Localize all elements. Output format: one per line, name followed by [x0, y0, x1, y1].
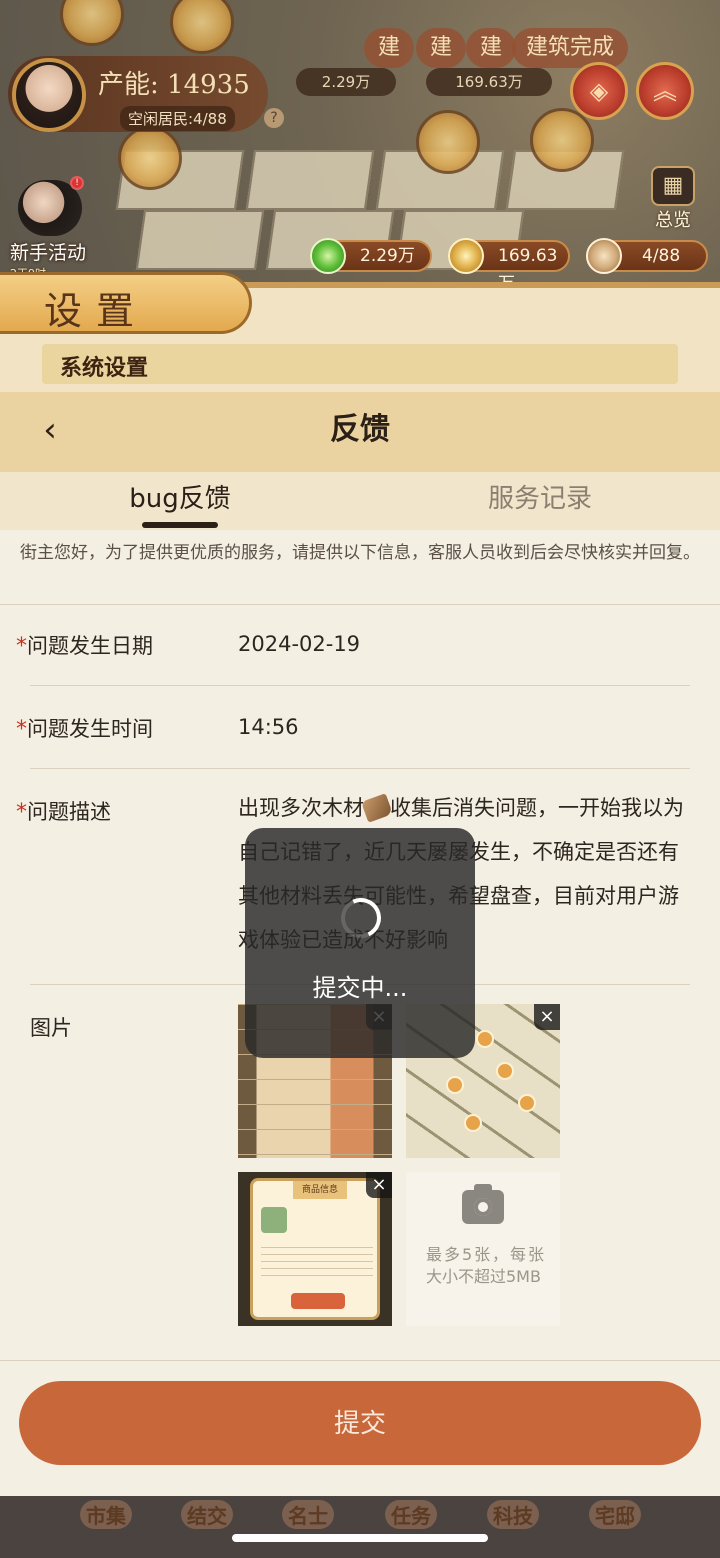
divider — [0, 604, 720, 605]
nav-friends[interactable]: 结交 — [163, 1500, 251, 1529]
map-marker-icon — [476, 1030, 494, 1048]
map-tile — [135, 210, 265, 270]
overview-icon: ▦ — [651, 166, 695, 206]
newbie-activity-button[interactable]: 新手活动 2天9时 — [10, 180, 90, 280]
description-field-label: *问题描述 — [16, 796, 111, 826]
item-description-lines — [261, 1241, 373, 1279]
description-label-text: 问题描述 — [27, 800, 111, 824]
item-info-card: 商品信息 — [250, 1178, 380, 1320]
nav-mansion[interactable]: 宅邸 — [571, 1500, 659, 1529]
building-coin-icon — [60, 0, 124, 46]
back-button[interactable]: ‹ — [28, 408, 72, 452]
remove-image-icon[interactable]: × — [366, 1172, 392, 1198]
map-tile — [245, 150, 375, 210]
required-mark: * — [16, 634, 27, 659]
buy-button-preview — [291, 1293, 345, 1309]
jade-value: 2.29万 — [360, 246, 415, 266]
building-coin-icon — [416, 110, 480, 174]
nav-label: 结交 — [181, 1500, 233, 1529]
lantern-menu-icon[interactable]: ◈ — [570, 62, 628, 120]
add-image-button[interactable]: 最多5张，每张大小不超过5MB — [406, 1172, 560, 1326]
production-label: 产能: 14935 — [98, 70, 250, 100]
required-mark: * — [16, 800, 27, 825]
coin-resource[interactable]: 169.63万 — [448, 238, 570, 294]
coin-icon — [448, 238, 484, 274]
item-info-card-title: 商品信息 — [293, 1181, 347, 1199]
notification-dot: ! — [70, 176, 84, 190]
map-marker-icon — [496, 1062, 514, 1080]
nav-tech[interactable]: 科技 — [469, 1500, 557, 1529]
description-text-part: 出现多次木材 — [238, 796, 364, 820]
camera-icon — [462, 1184, 504, 1224]
wood-icon — [361, 793, 393, 823]
help-icon[interactable]: ? — [264, 108, 284, 128]
nav-market[interactable]: 市集 — [62, 1500, 150, 1529]
nav-label: 名士 — [282, 1500, 334, 1529]
dim-coin-counter: 169.63万 — [426, 68, 552, 96]
images-field-label: 图片 — [30, 1016, 72, 1040]
divider — [0, 1360, 720, 1361]
build-banner: 建 — [466, 28, 517, 68]
home-indicator[interactable] — [232, 1534, 488, 1542]
dim-jade-counter: 2.29万 — [296, 68, 396, 96]
remove-image-icon[interactable]: × — [534, 1004, 560, 1030]
nav-label: 市集 — [80, 1500, 132, 1529]
system-settings-label: 系统设置 — [60, 356, 149, 381]
building-coin-icon — [530, 108, 594, 172]
divider — [30, 768, 690, 769]
time-value[interactable]: 14:56 — [238, 715, 299, 739]
feedback-tabs: bug反馈 服务记录 — [0, 472, 720, 530]
player-avatar[interactable] — [12, 58, 86, 132]
tab-service-records[interactable]: 服务记录 — [360, 472, 720, 530]
map-marker-icon — [446, 1076, 464, 1094]
submitting-text: 提交中... — [312, 974, 408, 1002]
build-banner: 建 — [416, 28, 467, 68]
lantern-upgrade-icon[interactable]: ︽ — [636, 62, 694, 120]
map-marker-icon — [518, 1094, 536, 1112]
upload-limit-hint: 最多5张，每张大小不超过5MB — [426, 1245, 544, 1286]
residents-resource[interactable]: 4/88 — [586, 238, 708, 274]
overview-button[interactable]: ▦ 总览 — [644, 166, 702, 231]
settings-title: 设置 — [44, 289, 149, 333]
submit-button[interactable]: 提交 — [19, 1381, 701, 1465]
time-label-text: 问题发生时间 — [27, 717, 153, 741]
date-label-text: 问题发生日期 — [27, 634, 153, 658]
resident-icon — [586, 238, 622, 274]
jade-icon — [310, 238, 346, 274]
nav-label: 宅邸 — [589, 1500, 641, 1529]
build-banner: 建 — [364, 28, 415, 68]
required-mark: * — [16, 717, 27, 742]
intro-text: 街主您好，为了提供更优质的服务，请提供以下信息，客服人员收到后会尽快核实并回复。 — [20, 543, 700, 563]
nav-tasks[interactable]: 任务 — [367, 1500, 455, 1529]
building-coin-icon — [118, 126, 182, 190]
uploaded-image-thumbnail[interactable]: 商品信息 × — [238, 1172, 392, 1326]
newbie-activity-label: 新手活动 — [10, 242, 87, 264]
submitting-toast: 提交中... — [245, 828, 475, 1058]
nav-label: 科技 — [487, 1500, 539, 1529]
nav-celebrities[interactable]: 名士 — [264, 1500, 352, 1529]
date-value[interactable]: 2024-02-19 — [238, 632, 360, 656]
idle-residents-label: 空闲居民:4/88 — [120, 106, 235, 131]
feedback-header — [0, 392, 720, 472]
nav-label: 任务 — [385, 1500, 437, 1529]
map-marker-icon — [464, 1114, 482, 1132]
residents-value: 4/88 — [642, 246, 681, 266]
time-field-label: *问题发生时间 — [16, 713, 153, 743]
loading-spinner-icon — [335, 892, 387, 944]
building-coin-icon — [170, 0, 234, 54]
overview-label: 总览 — [655, 210, 691, 231]
date-field-label: *问题发生日期 — [16, 630, 153, 660]
wood-item-icon — [261, 1207, 287, 1233]
active-tab-indicator — [142, 522, 218, 528]
build-complete-banner: 建筑完成 — [512, 28, 629, 68]
jade-resource[interactable]: 2.29万 — [310, 238, 432, 274]
divider — [30, 685, 690, 686]
